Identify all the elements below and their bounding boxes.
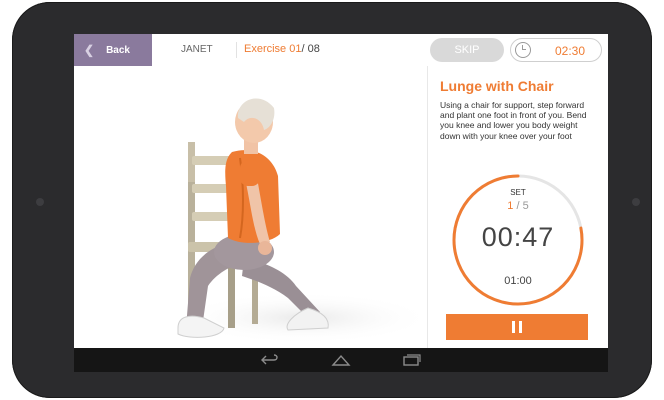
exercise-description: Using a chair for support, step forward … — [440, 100, 587, 141]
countdown-time: 00:47 — [481, 222, 555, 252]
chevron-left-icon: ❮ — [84, 43, 95, 57]
exercise-panel: Lunge with Chair Using a chair for suppo… — [428, 66, 608, 348]
exercise-counter: Exercise 01/ 08 — [244, 43, 320, 55]
set-label: SET — [510, 188, 526, 197]
system-nav-bar — [74, 348, 608, 372]
exercise-prefix: Exercise — [244, 43, 287, 55]
exercise-total: / 08 — [301, 43, 320, 55]
pause-button[interactable] — [446, 314, 588, 340]
nav-home-icon[interactable] — [330, 353, 352, 367]
set-current: 1 — [507, 200, 514, 212]
exercise-current: 01 — [289, 43, 302, 55]
lunge-figure-illustration — [174, 98, 427, 344]
front-camera-left — [36, 198, 44, 206]
nav-back-icon[interactable] — [260, 353, 282, 367]
back-button[interactable]: ❮ Back — [74, 34, 152, 66]
total-time: 01:00 — [504, 275, 532, 287]
user-name: JANET — [181, 44, 213, 55]
set-counter: 1 / 5 — [428, 200, 608, 212]
session-timer: 02:30 — [510, 38, 602, 62]
app-screen: ❮ Back JANET Exercise 01/ 08 SKIP 02:30 — [74, 34, 608, 372]
set-total: / 5 — [516, 200, 529, 212]
top-bar: ❮ Back JANET Exercise 01/ 08 SKIP 02:30 — [74, 34, 608, 67]
pause-icon — [512, 321, 515, 333]
skip-button[interactable]: SKIP — [430, 38, 504, 62]
exercise-illustration — [74, 66, 427, 348]
back-label: Back — [106, 44, 130, 56]
nav-recent-icon[interactable] — [400, 353, 422, 367]
session-time: 02:30 — [555, 44, 586, 58]
front-camera-right — [632, 198, 640, 206]
exercise-title: Lunge with Chair — [440, 78, 554, 94]
clock-icon — [515, 42, 531, 58]
header-divider — [236, 42, 237, 58]
